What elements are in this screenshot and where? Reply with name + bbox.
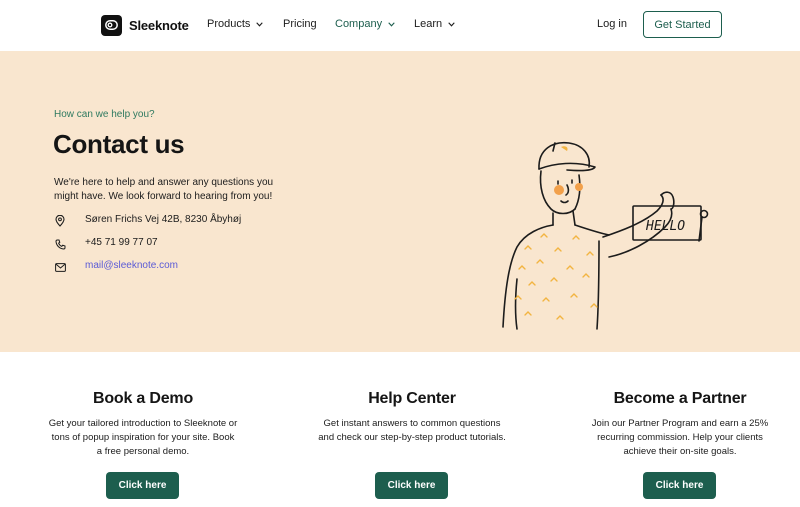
page-title: Contact us — [53, 129, 185, 159]
partner-button[interactable]: Click here — [643, 472, 716, 499]
help-center-button[interactable]: Click here — [375, 472, 448, 499]
nav-pricing-label: Pricing — [283, 18, 317, 30]
card-title: Help Center — [368, 390, 456, 407]
top-navigation: Sleeknote Products Pricing Company Learn… — [0, 0, 800, 51]
contact-hero: How can we help you? Contact us We're he… — [0, 51, 800, 352]
chevron-down-icon — [388, 21, 395, 27]
brand-name: Sleeknote — [129, 17, 189, 33]
phone-row: +45 71 99 77 07 — [54, 237, 158, 250]
partner-card: Become a Partner Join our Partner Progra… — [570, 390, 790, 459]
nav-learn-label: Learn — [414, 18, 443, 30]
nav-products[interactable]: Products — [207, 18, 264, 30]
chevron-down-icon — [448, 21, 455, 27]
phone-text: +45 71 99 77 07 — [85, 237, 158, 248]
email-row: mail@sleeknote.com — [54, 260, 178, 273]
location-pin-icon — [54, 215, 66, 227]
nav-company[interactable]: Company — [335, 18, 395, 30]
card-text: Join our Partner Program and earn a 25% … — [591, 418, 769, 457]
card-title: Become a Partner — [613, 390, 747, 407]
card-title: Book a Demo — [92, 390, 194, 407]
book-demo-card: Book a Demo Get your tailored introducti… — [33, 390, 253, 459]
card-text: Get your tailored introduction to Sleekn… — [48, 418, 238, 457]
card-text: Get instant answers to common questions … — [318, 418, 506, 443]
person-hello-illustration: HELLO — [502, 141, 709, 330]
brand-logo[interactable]: Sleeknote — [101, 14, 189, 36]
sleeknote-logo-icon — [101, 14, 122, 36]
help-center-card: Help Center Get instant answers to commo… — [302, 390, 522, 445]
nav-products-label: Products — [207, 18, 251, 30]
phone-icon — [54, 238, 66, 250]
nav-learn[interactable]: Learn — [414, 18, 455, 30]
nav-company-label: Company — [335, 18, 383, 30]
chevron-down-icon — [256, 21, 264, 27]
mail-icon — [54, 261, 66, 273]
hero-eyebrow: How can we help you? — [54, 109, 155, 120]
email-link[interactable]: mail@sleeknote.com — [85, 260, 178, 271]
login-link[interactable]: Log in — [597, 18, 627, 30]
sign-text: HELLO — [645, 219, 685, 234]
nav-pricing[interactable]: Pricing — [283, 18, 317, 30]
get-started-button[interactable]: Get Started — [643, 11, 722, 38]
address-text: Søren Frichs Vej 42B, 8230 Åbyhøj — [85, 214, 242, 225]
hero-intro: We're here to help and answer any questi… — [54, 177, 274, 202]
address-row: Søren Frichs Vej 42B, 8230 Åbyhøj — [54, 214, 241, 227]
book-demo-button[interactable]: Click here — [106, 472, 179, 499]
